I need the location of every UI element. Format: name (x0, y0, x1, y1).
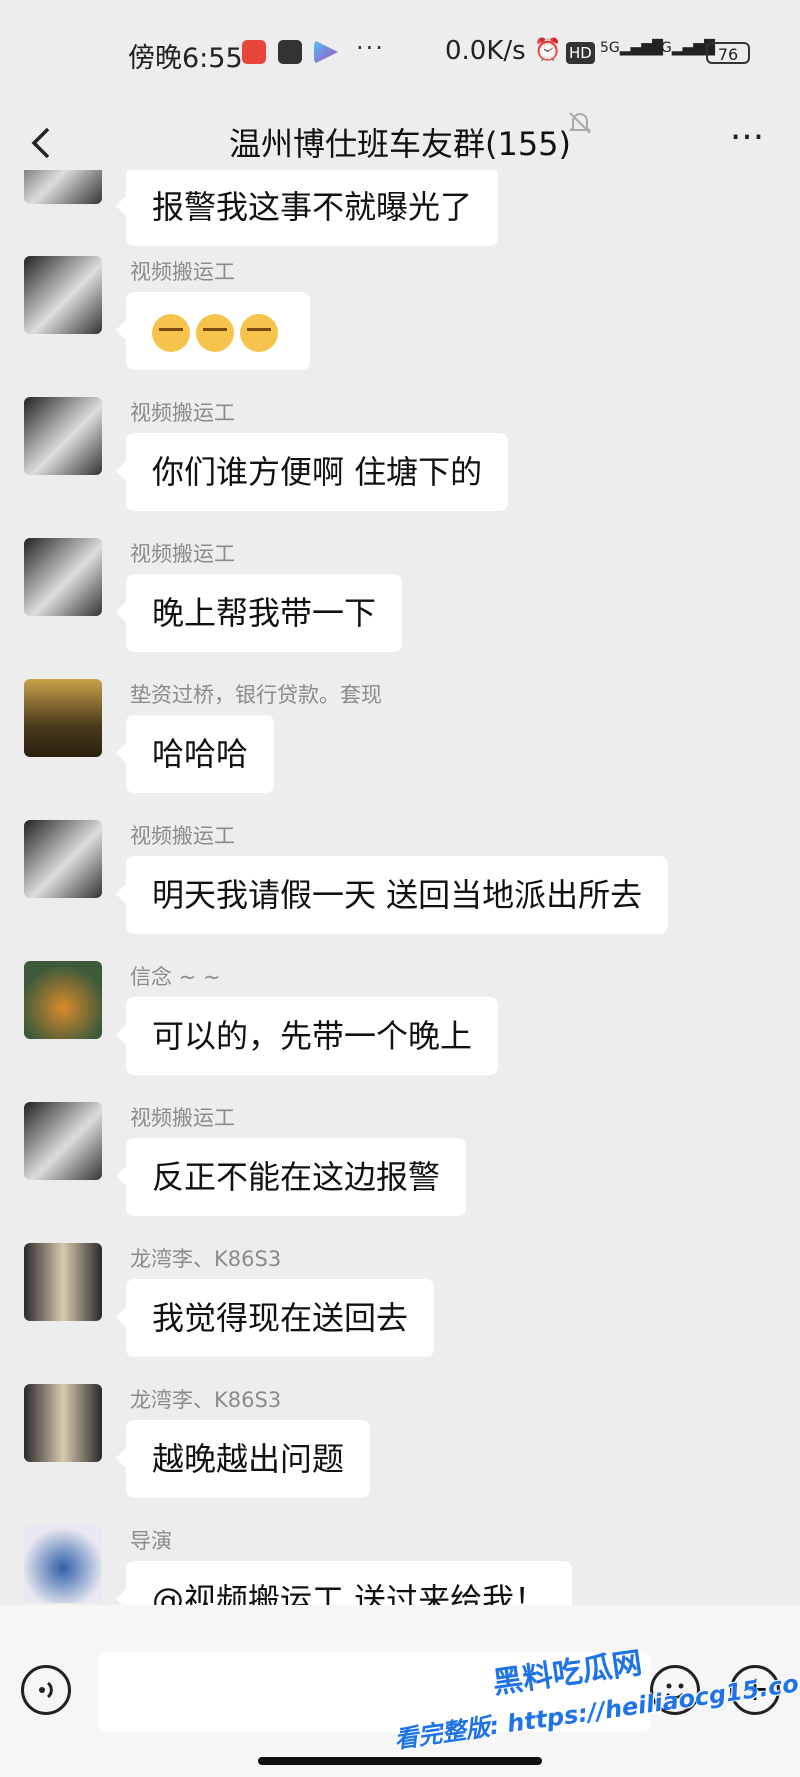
message-item: 视频搬运工 晚上帮我带一下 (0, 538, 800, 668)
voice-input-button[interactable] (21, 1665, 71, 1715)
message-item: 信念 ~ ~ 可以的，先带一个晚上 (0, 961, 800, 1091)
sender-name: 视频搬运工 (130, 401, 235, 425)
avatar[interactable] (24, 820, 102, 898)
sender-name: 视频搬运工 (130, 542, 235, 566)
message-bubble[interactable]: 我觉得现在送回去 (115, 1279, 435, 1357)
sender-name: 视频搬运工 (130, 824, 235, 848)
message-bubble[interactable]: 可以的，先带一个晚上 (115, 997, 499, 1075)
avatar[interactable] (24, 170, 102, 204)
avatar[interactable] (24, 1384, 102, 1462)
sender-name: 视频搬运工 (130, 260, 235, 284)
more-notifications-icon: ··· (356, 34, 385, 62)
crying-face-icon (196, 314, 234, 352)
message-bubble[interactable]: 哈哈哈 (115, 715, 275, 793)
crying-face-icon (240, 314, 278, 352)
status-time: 傍晚6:55 (128, 43, 243, 74)
sender-name: 龙湾李、K86S3 (130, 1247, 282, 1271)
video-app-icon (314, 40, 338, 64)
message-bubble[interactable]: 你们谁方便啊 住塘下的 (115, 433, 509, 511)
chat-title: 温州博仕班车友群(155) (228, 125, 572, 163)
message-bubble[interactable]: @视频搬运工 送过来给我！ (115, 1561, 573, 1605)
message-bubble[interactable]: 明天我请假一天 送回当地派出所去 (115, 856, 669, 934)
signal-label: 5G (600, 40, 620, 56)
sender-name: 龙湾李、K86S3 (130, 1388, 282, 1412)
status-bar: 傍晚6:55 ··· 0.0K/s ⏰ HD 5G▂▄▆█ 3G▂▄▆█ 76 (0, 0, 800, 105)
voice-icon (39, 1681, 53, 1699)
message-item: 视频搬运工 你们谁方便啊 住塘下的 (0, 397, 800, 527)
message-bubble[interactable] (116, 292, 310, 370)
sender-name: 信念 ~ ~ (130, 965, 221, 989)
message-item: 垫资过桥，银行贷款。套现 哈哈哈 (0, 679, 800, 809)
avatar[interactable] (24, 1525, 102, 1603)
sender-name: 导演 (130, 1529, 172, 1553)
message-item: 视频搬运工 (0, 256, 800, 386)
avatar[interactable] (24, 679, 102, 757)
app-notification-icon (278, 40, 302, 64)
crying-face-icon (152, 314, 190, 352)
avatar[interactable] (24, 538, 102, 616)
avatar[interactable] (24, 1102, 102, 1180)
avatar[interactable] (24, 961, 102, 1039)
avatar[interactable] (24, 256, 102, 334)
hd-icon: HD (566, 42, 595, 64)
signal-label: 3G (652, 40, 672, 56)
avatar[interactable] (24, 397, 102, 475)
message-item: 报警我这事不就曝光了 (0, 170, 800, 256)
network-speed: 0.0K/s (445, 36, 526, 66)
app-notification-icon (242, 40, 266, 64)
message-bubble[interactable]: 越晚越出问题 (115, 1420, 371, 1498)
avatar[interactable] (24, 1243, 102, 1321)
home-indicator[interactable] (258, 1757, 542, 1765)
message-bubble[interactable]: 报警我这事不就曝光了 (115, 170, 499, 246)
message-item: 龙湾李、K86S3 我觉得现在送回去 (0, 1243, 800, 1373)
chat-messages[interactable]: 报警我这事不就曝光了 视频搬运工 视频搬运工 你们谁方便啊 住塘下的 视频搬运工… (0, 170, 800, 1605)
message-item: 龙湾李、K86S3 越晚越出问题 (0, 1384, 800, 1514)
message-bubble[interactable]: 反正不能在这边报警 (115, 1138, 467, 1216)
message-bubble[interactable]: 晚上帮我带一下 (115, 574, 403, 652)
message-item: 导演 @视频搬运工 送过来给我！ (0, 1525, 800, 1605)
sender-name: 视频搬运工 (130, 1106, 235, 1130)
message-item: 视频搬运工 反正不能在这边报警 (0, 1102, 800, 1232)
message-item: 视频搬运工 明天我请假一天 送回当地派出所去 (0, 820, 800, 950)
mute-bell-icon (568, 112, 592, 134)
alarm-icon: ⏰ (534, 38, 562, 63)
sender-name: 垫资过桥，银行贷款。套现 (130, 683, 382, 707)
battery-icon: 76 (706, 42, 750, 64)
more-options-button[interactable]: ··· (722, 113, 772, 173)
